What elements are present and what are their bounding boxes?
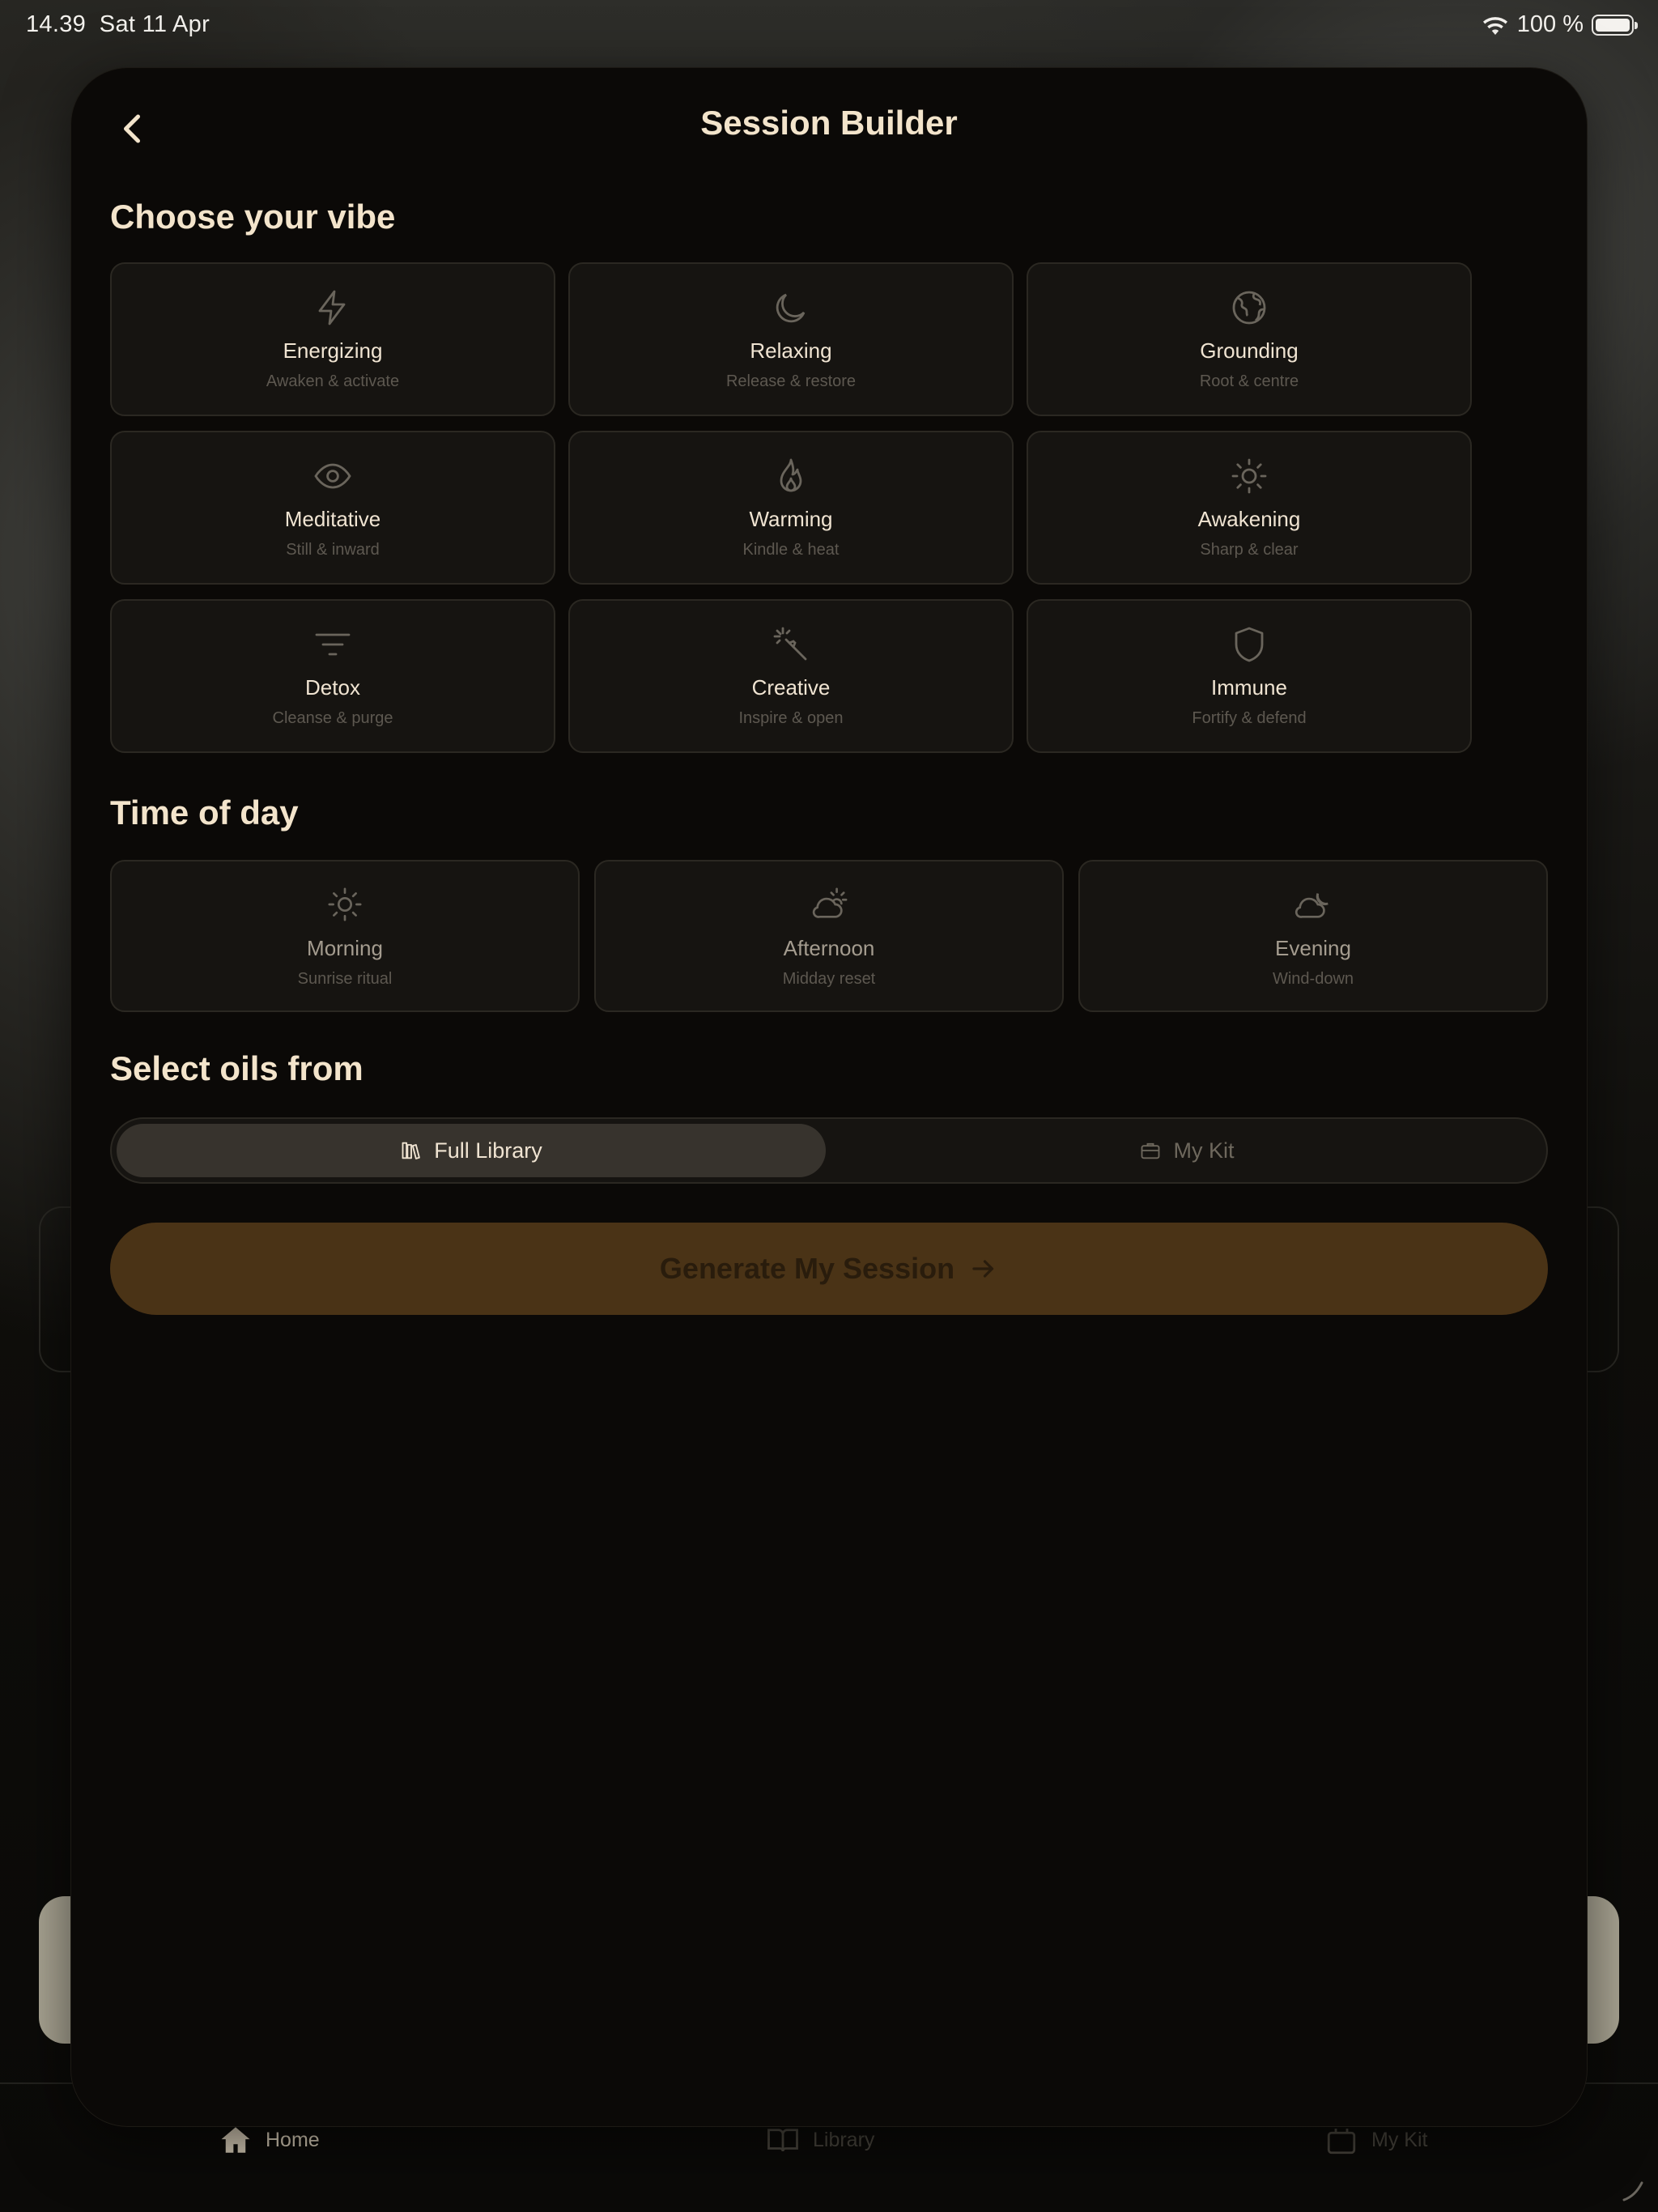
generate-button-label: Generate My Session: [659, 1252, 955, 1285]
battery-level: [1596, 18, 1630, 32]
time-option-sub: Midday reset: [782, 970, 876, 988]
status-clock: 14.39 Sat 11 Apr: [26, 11, 210, 38]
status-indicators: 100 %: [1482, 11, 1638, 38]
vibe-option-label: Immune: [1211, 675, 1287, 700]
time-option-morning[interactable]: Morning Sunrise ritual: [110, 860, 580, 1012]
time-option-evening[interactable]: Evening Wind-down: [1078, 860, 1548, 1012]
vibe-option-immune[interactable]: Immune Fortify & defend: [1027, 599, 1472, 753]
flame-icon: [780, 458, 802, 492]
status-date: Sat 11 Apr: [99, 11, 210, 37]
filter-icon: [315, 633, 351, 656]
moon-icon: [776, 293, 806, 323]
globe-icon: [1232, 291, 1266, 325]
vibe-option-sub: Cleanse & purge: [272, 709, 393, 727]
vibe-option-label: Meditative: [284, 507, 381, 531]
tab-home[interactable]: Home: [219, 2123, 320, 2157]
vibe-option-sub: Release & restore: [725, 372, 857, 390]
cloud-sun-icon: [812, 887, 848, 918]
sun-icon: [1231, 458, 1267, 494]
tab-home-label: Home: [266, 2128, 320, 2151]
vibe-option-sub: Still & inward: [286, 541, 380, 559]
time-option-label: Afternoon: [783, 936, 875, 960]
vibe-option-sub: Fortify & defend: [1192, 709, 1307, 727]
vibe-option-sub: Kindle & heat: [742, 541, 840, 559]
generate-session-button[interactable]: Generate My Session: [110, 1223, 1548, 1315]
status-time: 14.39: [26, 11, 87, 37]
vibe-option-grounding[interactable]: Grounding Root & centre: [1027, 262, 1472, 416]
vibe-option-warming[interactable]: Warming Kindle & heat: [568, 431, 1014, 585]
vibe-option-energizing[interactable]: Energizing Awaken & activate: [110, 262, 555, 416]
vibe-option-label: Relaxing: [750, 338, 832, 363]
segment-label: Full Library: [434, 1138, 542, 1163]
time-option-label: Evening: [1275, 936, 1351, 960]
page-title: Session Builder: [700, 104, 958, 142]
tab-library-label: Library: [813, 2128, 875, 2151]
library-icon: [402, 1142, 421, 1159]
book-icon: [767, 2129, 798, 2152]
tab-my-kit[interactable]: My Kit: [1324, 2123, 1427, 2157]
segment-my-kit[interactable]: My Kit: [832, 1124, 1541, 1177]
session-builder-sheet: Session Builder Choose your vibe Energiz…: [71, 68, 1587, 2126]
cloud-moon-icon: [1295, 893, 1329, 918]
vibe-option-awakening[interactable]: Awakening Sharp & clear: [1027, 431, 1472, 585]
time-option-sub: Wind-down: [1272, 970, 1354, 988]
vibe-option-sub: Awaken & activate: [266, 372, 400, 390]
time-section-title: Time of day: [110, 793, 299, 832]
segment-full-library[interactable]: Full Library: [117, 1124, 826, 1177]
vibe-option-detox[interactable]: Detox Cleanse & purge: [110, 599, 555, 753]
tab-library[interactable]: Library: [766, 2123, 874, 2157]
source-section-title: Select oils from: [110, 1049, 363, 1087]
resize-handle-icon[interactable]: [1621, 2178, 1645, 2202]
shield-icon: [1235, 627, 1264, 662]
eye-icon: [314, 463, 351, 489]
vibe-option-label: Creative: [751, 675, 831, 700]
magic-wand-icon: [773, 627, 807, 661]
arrow-right-icon: [972, 1260, 994, 1278]
oil-source-selector: Full Library My Kit: [110, 1117, 1548, 1184]
vibe-option-meditative[interactable]: Meditative Still & inward: [110, 431, 555, 585]
vibe-option-label: Warming: [749, 507, 833, 531]
vibe-option-sub: Inspire & open: [738, 709, 844, 727]
battery-icon: [1592, 14, 1638, 36]
briefcase-icon: [1141, 1142, 1160, 1159]
vibe-option-label: Detox: [305, 675, 360, 700]
vibe-option-sub: Root & centre: [1199, 372, 1299, 390]
time-option-label: Morning: [307, 936, 383, 960]
tab-my-kit-label: My Kit: [1371, 2128, 1428, 2151]
home-icon: [221, 2127, 250, 2153]
time-option-sub: Sunrise ritual: [297, 970, 393, 988]
vibe-option-label: Energizing: [283, 338, 383, 363]
vibe-option-creative[interactable]: Creative Inspire & open: [568, 599, 1014, 753]
sun-icon: [328, 887, 362, 921]
status-bar: 14.39 Sat 11 Apr 100 %: [0, 0, 1658, 52]
vibe-option-label: Awakening: [1197, 507, 1301, 531]
segment-label: My Kit: [1173, 1138, 1235, 1163]
kit-icon: [1327, 2129, 1356, 2155]
vibe-option-label: Grounding: [1200, 338, 1299, 363]
vibe-option-sub: Sharp & clear: [1200, 541, 1299, 559]
lightning-icon: [318, 290, 346, 325]
wifi-icon: [1482, 16, 1507, 35]
vibe-option-relaxing[interactable]: Relaxing Release & restore: [568, 262, 1014, 416]
time-option-afternoon[interactable]: Afternoon Midday reset: [594, 860, 1064, 1012]
vibe-section-title: Choose your vibe: [110, 198, 396, 236]
battery-percent: 100 %: [1516, 11, 1584, 37]
